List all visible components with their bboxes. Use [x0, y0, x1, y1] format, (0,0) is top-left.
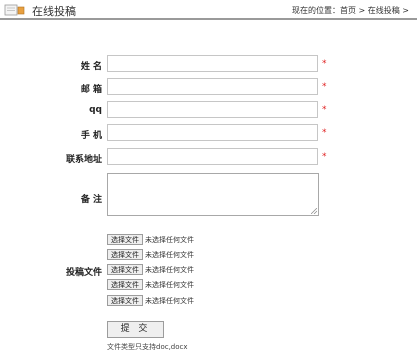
breadcrumb-home-link[interactable]: 首页 — [340, 6, 356, 15]
breadcrumb: 现在的位置：首页 > 在线投稿 > — [292, 5, 409, 16]
file-status: 未选择任何文件 — [145, 250, 194, 259]
choose-file-button[interactable]: 选择文件 — [107, 234, 143, 245]
name-label: 姓 名 — [80, 62, 102, 72]
remark-label: 备 注 — [80, 195, 102, 205]
qq-required-mark: * — [322, 105, 327, 115]
email-field[interactable] — [107, 78, 318, 95]
choose-file-button[interactable]: 选择文件 — [107, 279, 143, 290]
file-upload-row: 选择文件 未选择任何文件 — [107, 249, 194, 261]
file-status: 未选择任何文件 — [145, 280, 194, 289]
page-header: 在线投稿 现在的位置：首页 > 在线投稿 > — [0, 0, 417, 20]
address-field[interactable] — [107, 148, 318, 165]
phone-field[interactable] — [107, 124, 318, 141]
email-label: 邮 箱 — [80, 85, 102, 95]
document-edit-icon — [4, 4, 25, 16]
qq-field[interactable] — [107, 101, 318, 118]
address-label: 联系地址 — [65, 155, 102, 165]
address-required-mark: * — [322, 152, 327, 162]
phone-label: 手 机 — [80, 131, 102, 141]
breadcrumb-separator: > — [355, 6, 368, 15]
file-upload-label: 投稿文件 — [65, 268, 102, 278]
file-status: 未选择任何文件 — [145, 265, 194, 274]
file-upload-row: 选择文件 未选择任何文件 — [107, 264, 194, 276]
file-upload-row: 选择文件 未选择任何文件 — [107, 295, 194, 307]
choose-file-button[interactable]: 选择文件 — [107, 249, 143, 260]
file-upload-row: 选择文件 未选择任何文件 — [107, 279, 194, 291]
name-field[interactable] — [107, 55, 318, 72]
page-title: 在线投稿 — [32, 5, 76, 18]
remark-textarea[interactable] — [107, 173, 319, 216]
submit-button[interactable]: 提 交 — [107, 321, 164, 338]
file-status: 未选择任何文件 — [145, 296, 194, 305]
breadcrumb-prefix: 现在的位置： — [291, 6, 340, 15]
phone-required-mark: * — [322, 128, 327, 138]
email-required-mark: * — [322, 82, 327, 92]
resize-grip-icon[interactable] — [311, 208, 317, 214]
file-upload-row: 选择文件 未选择任何文件 — [107, 234, 194, 246]
qq-label: qq — [89, 105, 102, 115]
breadcrumb-current-link[interactable]: 在线投稿 — [368, 6, 400, 15]
breadcrumb-separator: > — [399, 6, 409, 15]
name-required-mark: * — [322, 59, 327, 69]
choose-file-button[interactable]: 选择文件 — [107, 295, 143, 306]
file-status: 未选择任何文件 — [145, 235, 194, 244]
choose-file-button[interactable]: 选择文件 — [107, 264, 143, 275]
